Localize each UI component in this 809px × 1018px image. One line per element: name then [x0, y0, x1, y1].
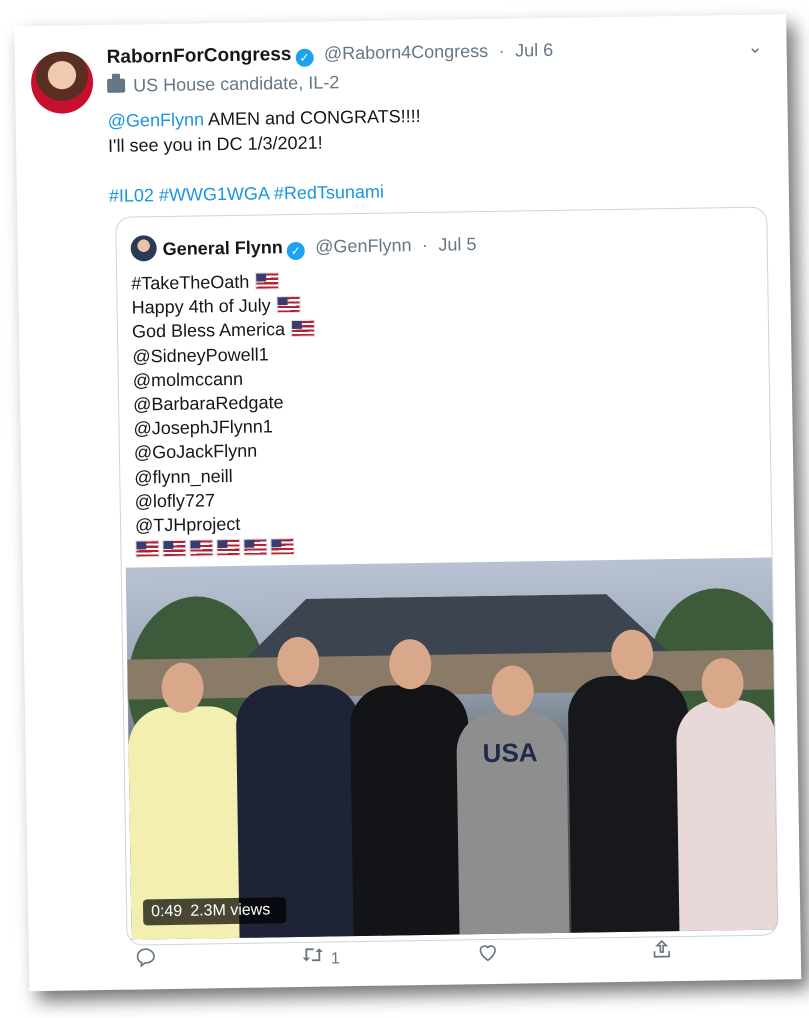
heart-icon[interactable]: [477, 941, 499, 969]
us-flag-icon: [255, 272, 280, 290]
quoted-text: #TakeTheOath Happy 4th of July God Bless…: [131, 269, 319, 562]
quoted-line: #TakeTheOath: [131, 269, 314, 296]
handle[interactable]: @Raborn4Congress: [324, 41, 489, 64]
video-views: 2.3M views: [190, 901, 271, 920]
quoted-mention[interactable]: @BarbaraRedgate: [133, 390, 316, 417]
bio-row: US House candidate, IL-2: [107, 66, 767, 97]
quoted-mention[interactable]: @lofly727: [134, 486, 317, 513]
quoted-handle[interactable]: @GenFlynn: [315, 235, 412, 257]
person: [349, 684, 472, 940]
us-flag-icon: [135, 540, 160, 558]
flag-row: [135, 535, 318, 562]
display-name[interactable]: RabornForCongress: [107, 44, 292, 68]
text-line1: AMEN and CONGRATS!!!!: [203, 105, 421, 130]
quoted-tweet[interactable]: General Flynn ✓ @GenFlynn · Jul 5 #TakeTh…: [115, 206, 779, 946]
bio-text: US House candidate, IL-2: [132, 72, 340, 96]
tweet-text: @GenFlynn AMEN and CONGRATS!!!! I'll see…: [108, 99, 759, 209]
video-duration: 0:49: [150, 902, 183, 921]
mention-link[interactable]: @GenFlynn: [108, 109, 205, 131]
quoted-line: God Bless America: [132, 317, 316, 344]
quoted-date[interactable]: Jul 5: [438, 234, 476, 255]
video-player[interactable]: USA 0:49 2.3M views: [125, 557, 779, 940]
tweet-date[interactable]: Jul 6: [515, 40, 553, 61]
us-flag-icon: [270, 538, 295, 556]
person: [675, 699, 779, 940]
ballot-box-icon: [107, 78, 126, 93]
quoted-mention[interactable]: @SidneyPowell1: [132, 341, 315, 368]
quoted-display-name[interactable]: General Flynn: [163, 237, 283, 259]
tweet-card[interactable]: RabornForCongress ✓ @Raborn4Congress · Ju…: [14, 14, 802, 992]
us-flag-icon: [189, 539, 214, 557]
us-flag-icon: [243, 538, 268, 557]
quoted-line: Happy 4th of July: [131, 293, 314, 320]
separator: ·: [498, 40, 505, 61]
retweet-count: 1: [330, 950, 340, 968]
quoted-mention[interactable]: @GoJackFlynn: [134, 438, 317, 465]
quoted-mention[interactable]: @molmccann: [133, 365, 316, 392]
chevron-down-icon[interactable]: ⌄: [747, 37, 762, 58]
quoted-separator: ·: [421, 234, 429, 255]
retweet-icon[interactable]: 1: [301, 943, 340, 972]
verified-check-icon: ✓: [295, 48, 314, 67]
us-flag-icon: [276, 296, 301, 314]
shirt-text: USA: [482, 737, 538, 769]
quoted-mention[interactable]: @flynn_neill: [134, 462, 317, 489]
tweet-header: RabornForCongress ✓ @Raborn4Congress · Ju…: [107, 37, 768, 97]
avatar[interactable]: [30, 51, 94, 115]
quoted-mention[interactable]: @TJHproject: [135, 511, 318, 538]
us-flag-icon: [162, 539, 187, 558]
reply-icon[interactable]: [135, 946, 157, 974]
us-flag-icon: [290, 320, 316, 338]
verified-check-icon: ✓: [286, 241, 305, 261]
person-head: [491, 665, 535, 716]
quoted-mention[interactable]: @JosephJFlynn1: [133, 414, 316, 441]
video-badge: 0:49 2.3M views: [142, 897, 287, 926]
quoted-header: General Flynn ✓ @GenFlynn · Jul 5: [130, 226, 750, 263]
person: [567, 674, 692, 940]
quoted-avatar[interactable]: [130, 235, 157, 262]
person: USA: [456, 710, 570, 940]
us-flag-icon: [216, 539, 241, 557]
share-icon[interactable]: [651, 938, 673, 966]
